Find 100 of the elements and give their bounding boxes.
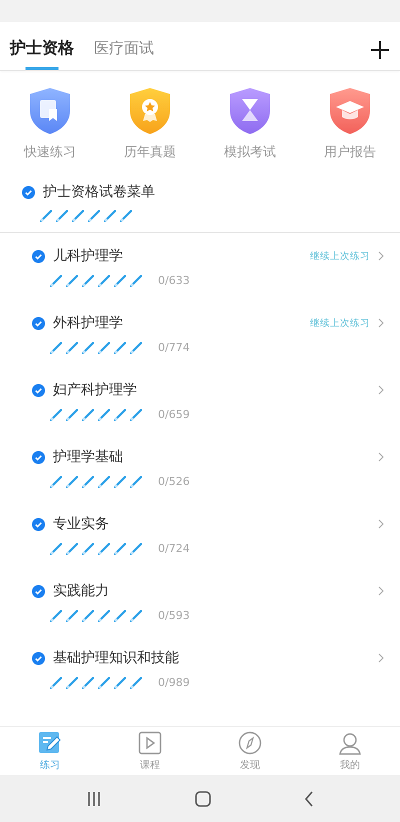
- pencil-icon: [98, 274, 110, 286]
- check-circle-icon[interactable]: [32, 450, 45, 464]
- chevron-right-icon[interactable]: [378, 452, 384, 462]
- pencil-icon: [130, 676, 142, 688]
- pencil-icon: [104, 210, 116, 222]
- pencil-icon: [82, 342, 94, 354]
- pencil-icon: [130, 274, 142, 286]
- nav-tab[interactable]: 发现: [220, 727, 280, 775]
- pencil-icon: [82, 676, 94, 688]
- home-icon[interactable]: [194, 790, 211, 806]
- quick-action-button[interactable]: 模拟考试: [210, 87, 290, 161]
- chevron-right-icon[interactable]: [378, 519, 384, 529]
- pencil-icon: [130, 542, 142, 554]
- pencil-icon: [98, 342, 110, 354]
- subject-name[interactable]: 专业实务: [53, 515, 370, 533]
- menu-title: 护士资格试卷菜单: [43, 183, 155, 201]
- play-icon: [138, 730, 162, 754]
- pencil-icon: [40, 210, 52, 222]
- pencil-icon: [50, 408, 62, 420]
- progress-count: 0/593: [158, 609, 190, 622]
- progress-count: 0/659: [158, 408, 190, 421]
- pencil-icon: [114, 542, 126, 554]
- nav-tab[interactable]: 练习: [20, 727, 80, 775]
- chevron-right-icon[interactable]: [378, 385, 384, 395]
- chevron-right-icon[interactable]: [378, 653, 384, 663]
- pencil-icon: [114, 610, 126, 622]
- pencil-icon: [50, 342, 62, 354]
- pencil-icon: [66, 342, 78, 354]
- progress-count: 0/526: [158, 475, 190, 488]
- check-circle-icon[interactable]: [32, 316, 45, 330]
- progress-count: 0/633: [158, 274, 190, 287]
- back-icon[interactable]: [304, 790, 314, 806]
- quick-action-button[interactable]: 历年真题: [110, 87, 190, 161]
- pencil-icon: [130, 342, 142, 354]
- subject-name[interactable]: 护理学基础: [53, 448, 370, 466]
- pencil-icon: [98, 408, 110, 420]
- add-icon[interactable]: [370, 40, 390, 60]
- chevron-right-icon[interactable]: [378, 318, 384, 328]
- subject-name[interactable]: 儿科护理学: [53, 247, 302, 265]
- pencil-icon: [98, 610, 110, 622]
- tab[interactable]: 医疗面试: [94, 38, 154, 70]
- tab[interactable]: 护士资格: [10, 38, 74, 70]
- recent-apps-icon[interactable]: [86, 790, 102, 806]
- user-icon: [338, 730, 362, 754]
- pencil-icon: [130, 476, 142, 488]
- pencil-icon: [98, 676, 110, 688]
- pencil-icon: [72, 210, 84, 222]
- nav-tab[interactable]: 课程: [120, 727, 180, 775]
- nav-tab[interactable]: 我的: [320, 727, 380, 775]
- pencil-icon: [66, 676, 78, 688]
- pencil-icon: [82, 610, 94, 622]
- note-edit-icon: [38, 730, 62, 754]
- pencil-icon: [50, 676, 62, 688]
- subject-name[interactable]: 实践能力: [53, 582, 370, 600]
- pencil-icon: [66, 476, 78, 488]
- pencil-icon: [114, 274, 126, 286]
- pencil-icon: [114, 676, 126, 688]
- check-circle-icon[interactable]: [22, 186, 35, 198]
- pencil-icon: [114, 408, 126, 420]
- pencil-icon: [88, 210, 100, 222]
- check-circle-icon[interactable]: [32, 518, 45, 530]
- check-circle-icon[interactable]: [32, 250, 45, 262]
- subject-name[interactable]: 基础护理知识和技能: [53, 649, 370, 667]
- pencil-icon: [82, 274, 94, 286]
- pencil-icon: [114, 342, 126, 354]
- continue-link[interactable]: 继续上次练习: [310, 316, 370, 330]
- progress-count: 0/724: [158, 542, 190, 555]
- compass-icon: [238, 730, 262, 754]
- pencil-icon: [56, 210, 68, 222]
- continue-link[interactable]: 继续上次练习: [310, 250, 370, 262]
- hourglass-shield-icon: [228, 87, 272, 135]
- pencil-icon: [82, 476, 94, 488]
- graduation-cap-shield-icon: [328, 87, 372, 135]
- subject-name[interactable]: 妇产科护理学: [53, 381, 370, 399]
- quick-action-button[interactable]: 用户报告: [310, 87, 390, 161]
- pencil-icon: [50, 274, 62, 286]
- pencil-icon: [120, 210, 132, 222]
- bookmark-shield-icon: [28, 87, 72, 135]
- progress-count: 0/774: [158, 341, 190, 354]
- pencil-icon: [66, 408, 78, 420]
- pencil-icon: [50, 610, 62, 622]
- check-circle-icon[interactable]: [32, 652, 45, 664]
- chevron-right-icon[interactable]: [378, 586, 384, 596]
- pencil-icon: [98, 542, 110, 554]
- pencil-icon: [130, 408, 142, 420]
- pencil-icon: [98, 476, 110, 488]
- subject-name[interactable]: 外科护理学: [53, 314, 302, 332]
- pencil-icon: [50, 542, 62, 554]
- pencil-icon: [66, 274, 78, 286]
- pencil-icon: [82, 542, 94, 554]
- check-circle-icon[interactable]: [32, 384, 45, 396]
- progress-count: 0/989: [158, 676, 190, 689]
- pencil-icon: [82, 408, 94, 420]
- check-circle-icon[interactable]: [32, 584, 45, 598]
- pencil-icon: [66, 542, 78, 554]
- chevron-right-icon[interactable]: [378, 251, 384, 261]
- pencil-icon: [130, 610, 142, 622]
- quick-action-button[interactable]: 快速练习: [10, 87, 90, 161]
- pencil-icon: [114, 476, 126, 488]
- pencil-icon: [50, 476, 62, 488]
